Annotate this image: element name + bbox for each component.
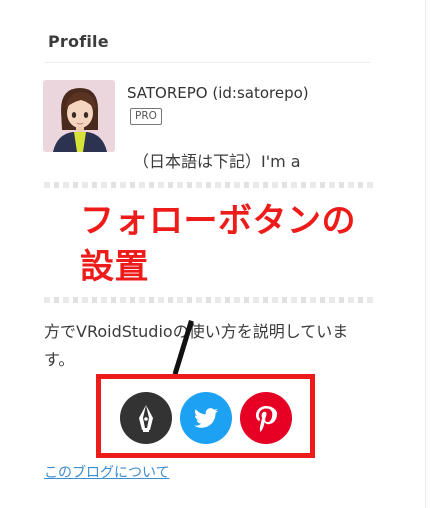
avatar-illustration xyxy=(43,80,115,152)
pinterest-icon xyxy=(256,406,278,432)
annotation-label-line1: フォローボタンの xyxy=(80,201,356,241)
annotation-label: フォローボタンの 設置 xyxy=(80,198,356,290)
twitter-follow-button[interactable] xyxy=(180,392,232,444)
pro-badge: PRO xyxy=(130,108,162,125)
obscured-text-line xyxy=(44,182,374,188)
module-title: Profile xyxy=(48,32,109,51)
obscured-text-line xyxy=(44,297,374,303)
hatena-follow-button[interactable] xyxy=(120,392,172,444)
avatar[interactable] xyxy=(43,80,115,152)
annotation-label-line2: 設置 xyxy=(80,247,149,287)
hatena-pen-icon xyxy=(139,405,153,432)
title-divider xyxy=(44,62,370,63)
sidebar-divider xyxy=(425,0,426,508)
pinterest-follow-button[interactable] xyxy=(240,392,292,444)
profile-username[interactable]: SATOREPO (id:satorepo) xyxy=(127,84,309,102)
profile-description-tail: 方でVRoidStudioの使い方を説明しています。 xyxy=(44,322,349,369)
profile-description-line1: （日本語は下記）I'm a xyxy=(133,152,301,171)
profile-module: Profile SATOREPO (id:satorepo) PRO （日本語は… xyxy=(0,0,434,508)
twitter-bird-icon xyxy=(194,408,218,428)
about-blog-link[interactable]: このブログについて xyxy=(44,462,170,482)
